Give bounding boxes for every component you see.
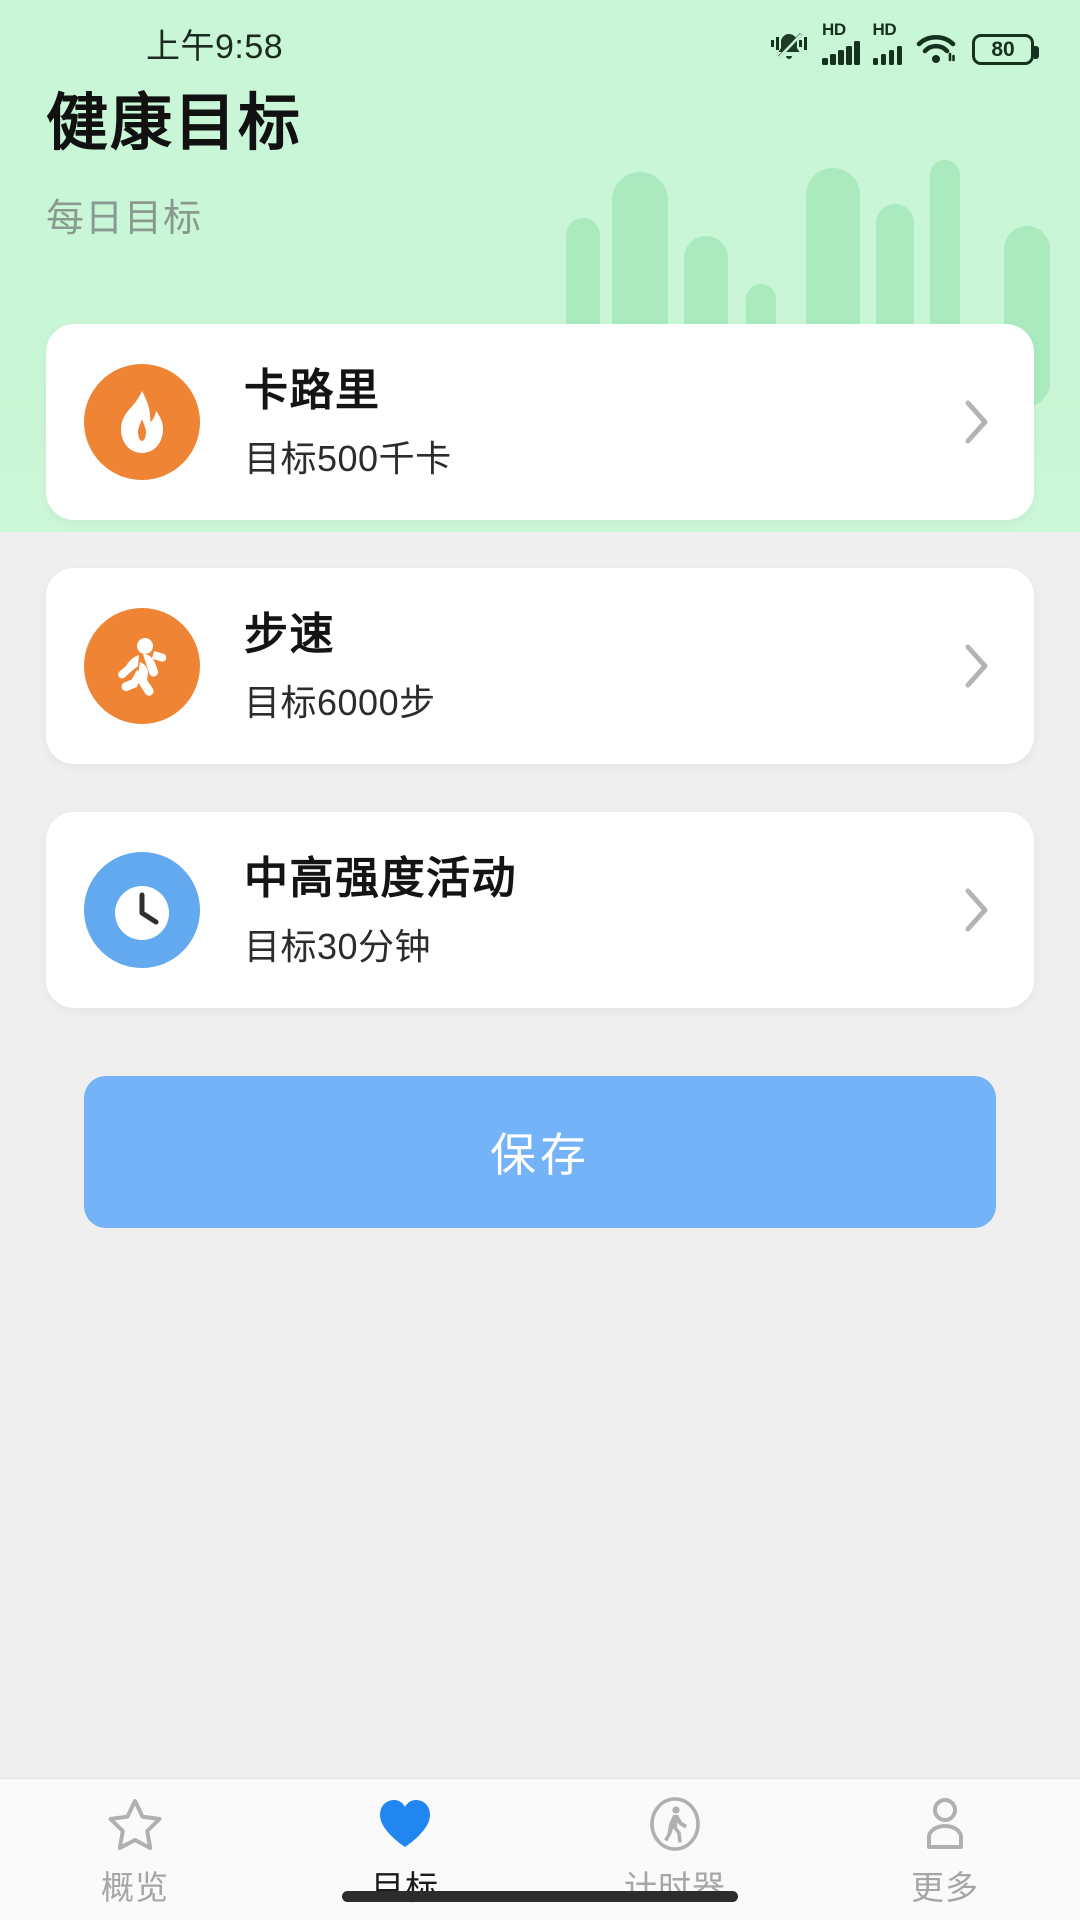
tab-overview[interactable]: 概览 [0, 1795, 270, 1909]
hd-signal-icon-2: HD [872, 21, 902, 65]
goal-card-list: 卡路里 目标500千卡 步速 目标6000步 中高强度活动 目标30分钟 [0, 324, 1080, 1056]
goal-card-text: 卡路里 目标500千卡 [244, 363, 964, 482]
page-header: 健康目标 每日目标 [46, 88, 302, 242]
goal-card-calories[interactable]: 卡路里 目标500千卡 [46, 324, 1034, 520]
tab-more[interactable]: 更多 [810, 1795, 1080, 1909]
chevron-right-icon[interactable] [964, 643, 990, 689]
clock-icon [84, 852, 200, 968]
star-outline-icon [106, 1795, 164, 1853]
goal-card-text: 中高强度活动 目标30分钟 [244, 851, 964, 970]
timer-walk-icon [646, 1795, 704, 1853]
flame-icon [84, 364, 200, 480]
save-button[interactable]: 保存 [84, 1076, 996, 1228]
tab-label: 更多 [911, 1869, 979, 1906]
silent-mode-icon [769, 31, 809, 65]
hd-signal-icon: HD [822, 21, 860, 65]
goal-subtitle: 目标500千卡 [244, 437, 452, 479]
page-title: 健康目标 [46, 89, 303, 158]
status-icons: HD HD 80 [769, 21, 1039, 65]
goal-subtitle: 目标30分钟 [244, 925, 432, 967]
goal-card-activity[interactable]: 中高强度活动 目标30分钟 [46, 812, 1034, 1008]
battery-icon: 80 [972, 34, 1039, 65]
goal-title: 中高强度活动 [244, 853, 517, 903]
person-outline-icon [918, 1795, 972, 1853]
running-person-icon [84, 608, 200, 724]
chevron-right-icon[interactable] [964, 399, 990, 445]
tab-label: 概览 [101, 1869, 169, 1906]
status-time: 上午9:58 [146, 27, 284, 66]
wifi-icon [915, 32, 959, 65]
save-button-label: 保存 [490, 1129, 590, 1181]
goal-subtitle: 目标6000步 [244, 681, 436, 723]
home-indicator[interactable] [342, 1891, 738, 1902]
heart-filled-icon [375, 1795, 435, 1853]
goal-card-steps[interactable]: 步速 目标6000步 [46, 568, 1034, 764]
status-bar: 上午9:58 HD HD 80 [0, 0, 1080, 86]
goal-title: 步速 [244, 609, 335, 659]
goal-card-text: 步速 目标6000步 [244, 607, 964, 726]
chevron-right-icon[interactable] [964, 887, 990, 933]
page-subtitle: 每日目标 [46, 198, 203, 241]
goal-title: 卡路里 [244, 365, 381, 415]
